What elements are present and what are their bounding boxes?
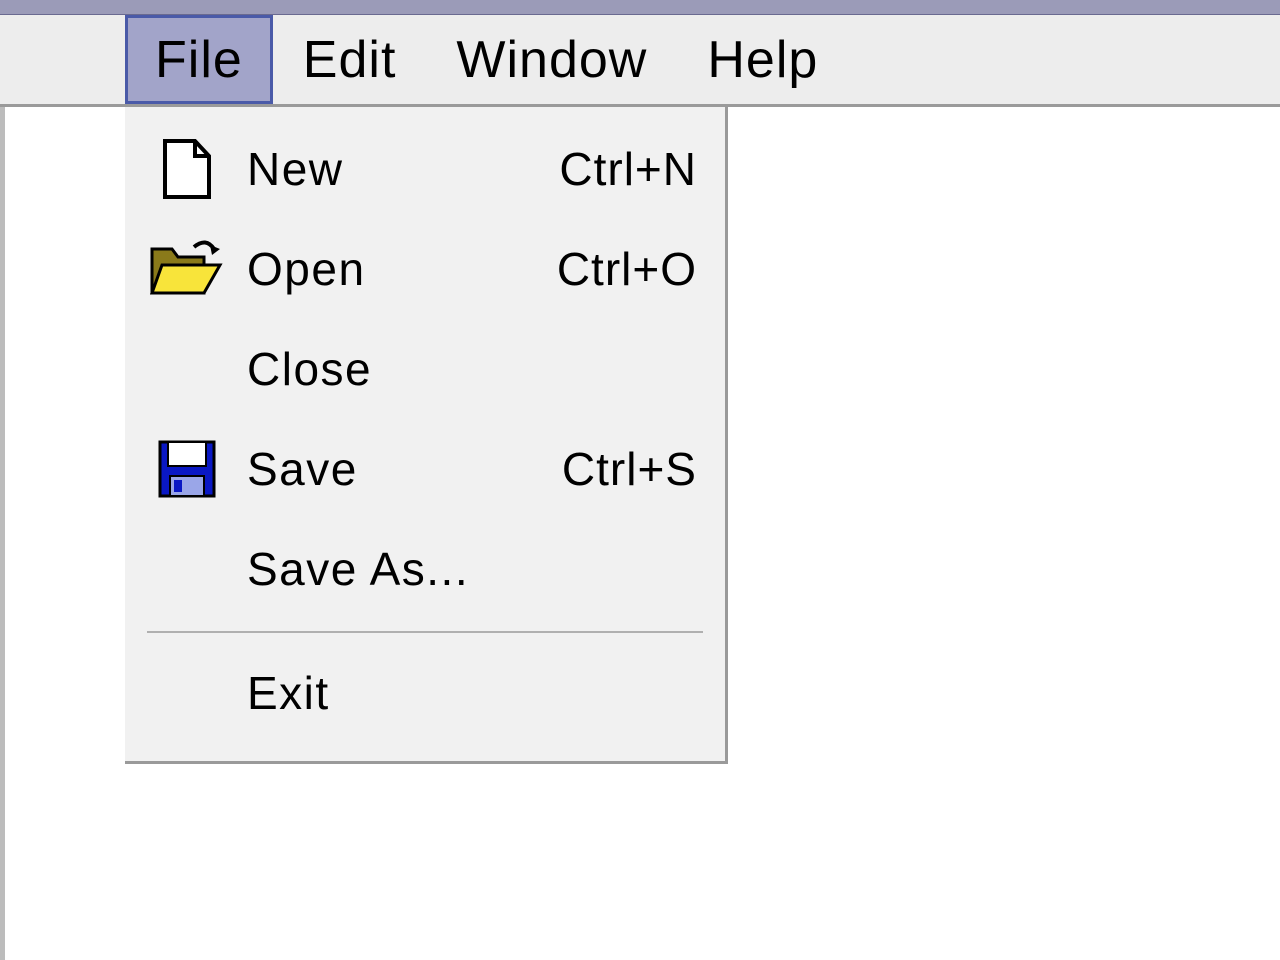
menu-item-save-label: Save <box>247 442 562 496</box>
file-dropdown: New Ctrl+N Open Ctrl+O Close <box>125 107 728 764</box>
menu-item-new-label: New <box>247 142 559 196</box>
menu-item-exit[interactable]: Exit <box>125 643 725 743</box>
menu-edit[interactable]: Edit <box>273 15 427 104</box>
menubar: File Edit Window Help <box>0 15 1280 107</box>
blank-icon <box>147 537 227 601</box>
blank-icon <box>147 337 227 401</box>
menu-item-open-shortcut: Ctrl+O <box>557 242 697 296</box>
blank-icon <box>147 661 227 725</box>
menu-item-open-label: Open <box>247 242 557 296</box>
menu-item-save[interactable]: Save Ctrl+S <box>125 419 725 519</box>
menu-item-save-shortcut: Ctrl+S <box>562 442 697 496</box>
new-file-icon <box>147 137 227 201</box>
content-area: New Ctrl+N Open Ctrl+O Close <box>0 107 1280 960</box>
menu-help-label: Help <box>707 30 818 90</box>
menu-item-open[interactable]: Open Ctrl+O <box>125 219 725 319</box>
menu-item-close-label: Close <box>247 342 697 396</box>
dropdown-separator <box>147 631 703 633</box>
menu-item-save-as-label: Save As... <box>247 542 697 596</box>
menu-item-exit-label: Exit <box>247 666 697 720</box>
menu-file-label: File <box>155 30 243 90</box>
window-titlebar <box>0 0 1280 15</box>
menu-window-label: Window <box>456 30 647 90</box>
menu-file[interactable]: File <box>125 15 273 104</box>
menu-edit-label: Edit <box>303 30 397 90</box>
open-folder-icon <box>147 237 227 301</box>
menu-help[interactable]: Help <box>677 15 848 104</box>
menu-item-save-as[interactable]: Save As... <box>125 519 725 619</box>
menu-item-new[interactable]: New Ctrl+N <box>125 119 725 219</box>
menu-window[interactable]: Window <box>426 15 677 104</box>
menu-item-new-shortcut: Ctrl+N <box>559 142 697 196</box>
save-disk-icon <box>147 437 227 501</box>
menu-item-close[interactable]: Close <box>125 319 725 419</box>
